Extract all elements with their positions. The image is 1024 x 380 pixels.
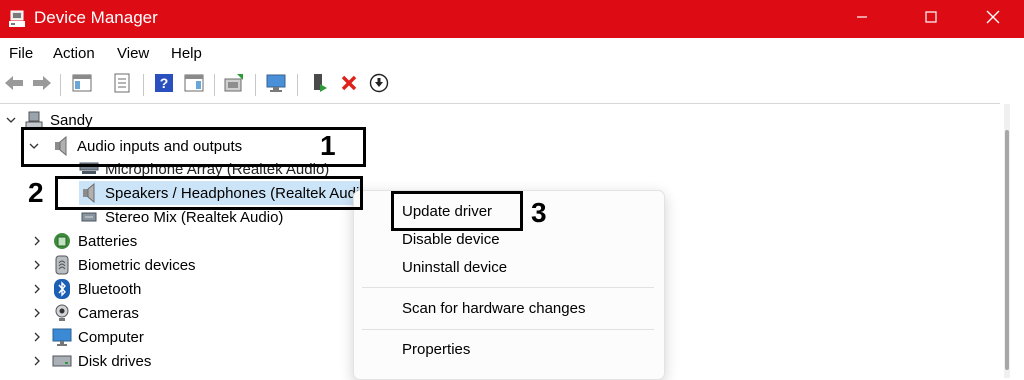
category-bluetooth[interactable]: Bluetooth (30, 277, 141, 301)
forward-button[interactable] (30, 73, 54, 97)
menu-action[interactable]: Action (53, 45, 95, 63)
category-cameras[interactable]: Cameras (30, 301, 139, 325)
minimize-icon (856, 10, 868, 28)
category-disk-drives[interactable]: Disk drives (30, 349, 151, 373)
chevron-right-icon[interactable] (30, 258, 44, 272)
update-driver-icon (223, 73, 245, 98)
title-bar: Device Manager (0, 0, 1024, 38)
uninstall-icon (340, 74, 358, 97)
context-menu-separator (362, 329, 654, 330)
show-hide-console-tree-button[interactable] (70, 73, 94, 97)
menu-file[interactable]: File (9, 45, 33, 63)
properties-button[interactable] (110, 73, 134, 97)
category-label: Computer (78, 328, 144, 346)
uninstall-button[interactable] (337, 73, 361, 97)
annotation-number-2: 2 (28, 177, 44, 208)
toolbar-separator (297, 74, 298, 96)
chevron-right-icon[interactable] (30, 282, 44, 296)
scan-hardware-button[interactable] (264, 73, 288, 97)
toolbar: ? (0, 68, 1024, 102)
menu-help[interactable]: Help (171, 45, 202, 63)
chevron-down-icon[interactable] (4, 113, 18, 127)
menu-view[interactable]: View (117, 45, 149, 63)
forward-icon (31, 73, 53, 98)
svg-text:?: ? (160, 75, 169, 91)
category-label: Bluetooth (78, 280, 142, 298)
category-batteries[interactable]: Batteries (30, 229, 137, 253)
scan-hardware-icon (265, 73, 287, 98)
context-menu-separator (362, 287, 654, 288)
context-menu-disable-device[interactable]: Disable device (402, 231, 500, 249)
tree-root-label: Sandy (50, 111, 93, 129)
close-icon (986, 10, 1000, 29)
device-manager-app-icon (7, 9, 27, 29)
annotation-number-1: 1 (320, 130, 336, 161)
biometric-icon (52, 255, 72, 275)
maximize-icon (925, 10, 937, 28)
context-menu-scan-hardware[interactable]: Scan for hardware changes (402, 300, 585, 318)
action-pane-icon (184, 74, 204, 97)
back-icon (3, 73, 25, 98)
stereo-mix-icon (79, 207, 99, 227)
back-button[interactable] (2, 73, 26, 97)
help-button[interactable]: ? (152, 73, 176, 97)
category-label: Biometric devices (78, 256, 196, 274)
context-menu-properties[interactable]: Properties (402, 341, 470, 359)
chevron-right-icon[interactable] (30, 234, 44, 248)
close-button[interactable] (970, 0, 1016, 38)
download-button[interactable] (367, 73, 391, 97)
menu-bar: File Action View Help (0, 38, 1024, 68)
enable-device-icon (309, 72, 329, 99)
category-computer[interactable]: Computer (30, 325, 144, 349)
toolbar-separator (143, 74, 144, 96)
battery-icon (52, 231, 72, 251)
toolbar-separator (214, 74, 215, 96)
category-label: Batteries (78, 232, 138, 250)
download-icon (369, 73, 389, 98)
chevron-right-icon[interactable] (30, 354, 44, 368)
toolbar-separator (60, 74, 61, 96)
enable-device-button[interactable] (307, 73, 331, 97)
chevron-right-icon[interactable] (30, 306, 44, 320)
window-title: Device Manager (34, 8, 158, 27)
category-biometric-devices[interactable]: Biometric devices (30, 253, 196, 277)
annotation-box-2 (55, 176, 363, 210)
bluetooth-icon (52, 279, 72, 299)
show-hide-console-tree-icon (72, 74, 92, 97)
action-pane-button[interactable] (182, 73, 206, 97)
camera-icon (52, 303, 72, 323)
minimize-button[interactable] (839, 0, 885, 38)
category-label: Disk drives (78, 352, 152, 370)
context-menu-uninstall-device[interactable]: Uninstall device (402, 259, 507, 277)
annotation-box-3 (391, 191, 523, 231)
disk-drive-icon (52, 351, 72, 371)
monitor-icon (52, 327, 72, 347)
chevron-right-icon[interactable] (30, 330, 44, 344)
tree-scrollbar-thumb[interactable] (1005, 130, 1009, 370)
annotation-box-1 (21, 127, 366, 167)
toolbar-separator (255, 74, 256, 96)
maximize-button[interactable] (908, 0, 954, 38)
update-driver-toolbar-button[interactable] (222, 73, 246, 97)
help-icon: ? (154, 73, 174, 98)
device-label: Stereo Mix (Realtek Audio) (105, 208, 284, 226)
properties-icon (112, 73, 132, 98)
category-label: Cameras (78, 304, 139, 322)
annotation-number-3: 3 (531, 197, 547, 228)
